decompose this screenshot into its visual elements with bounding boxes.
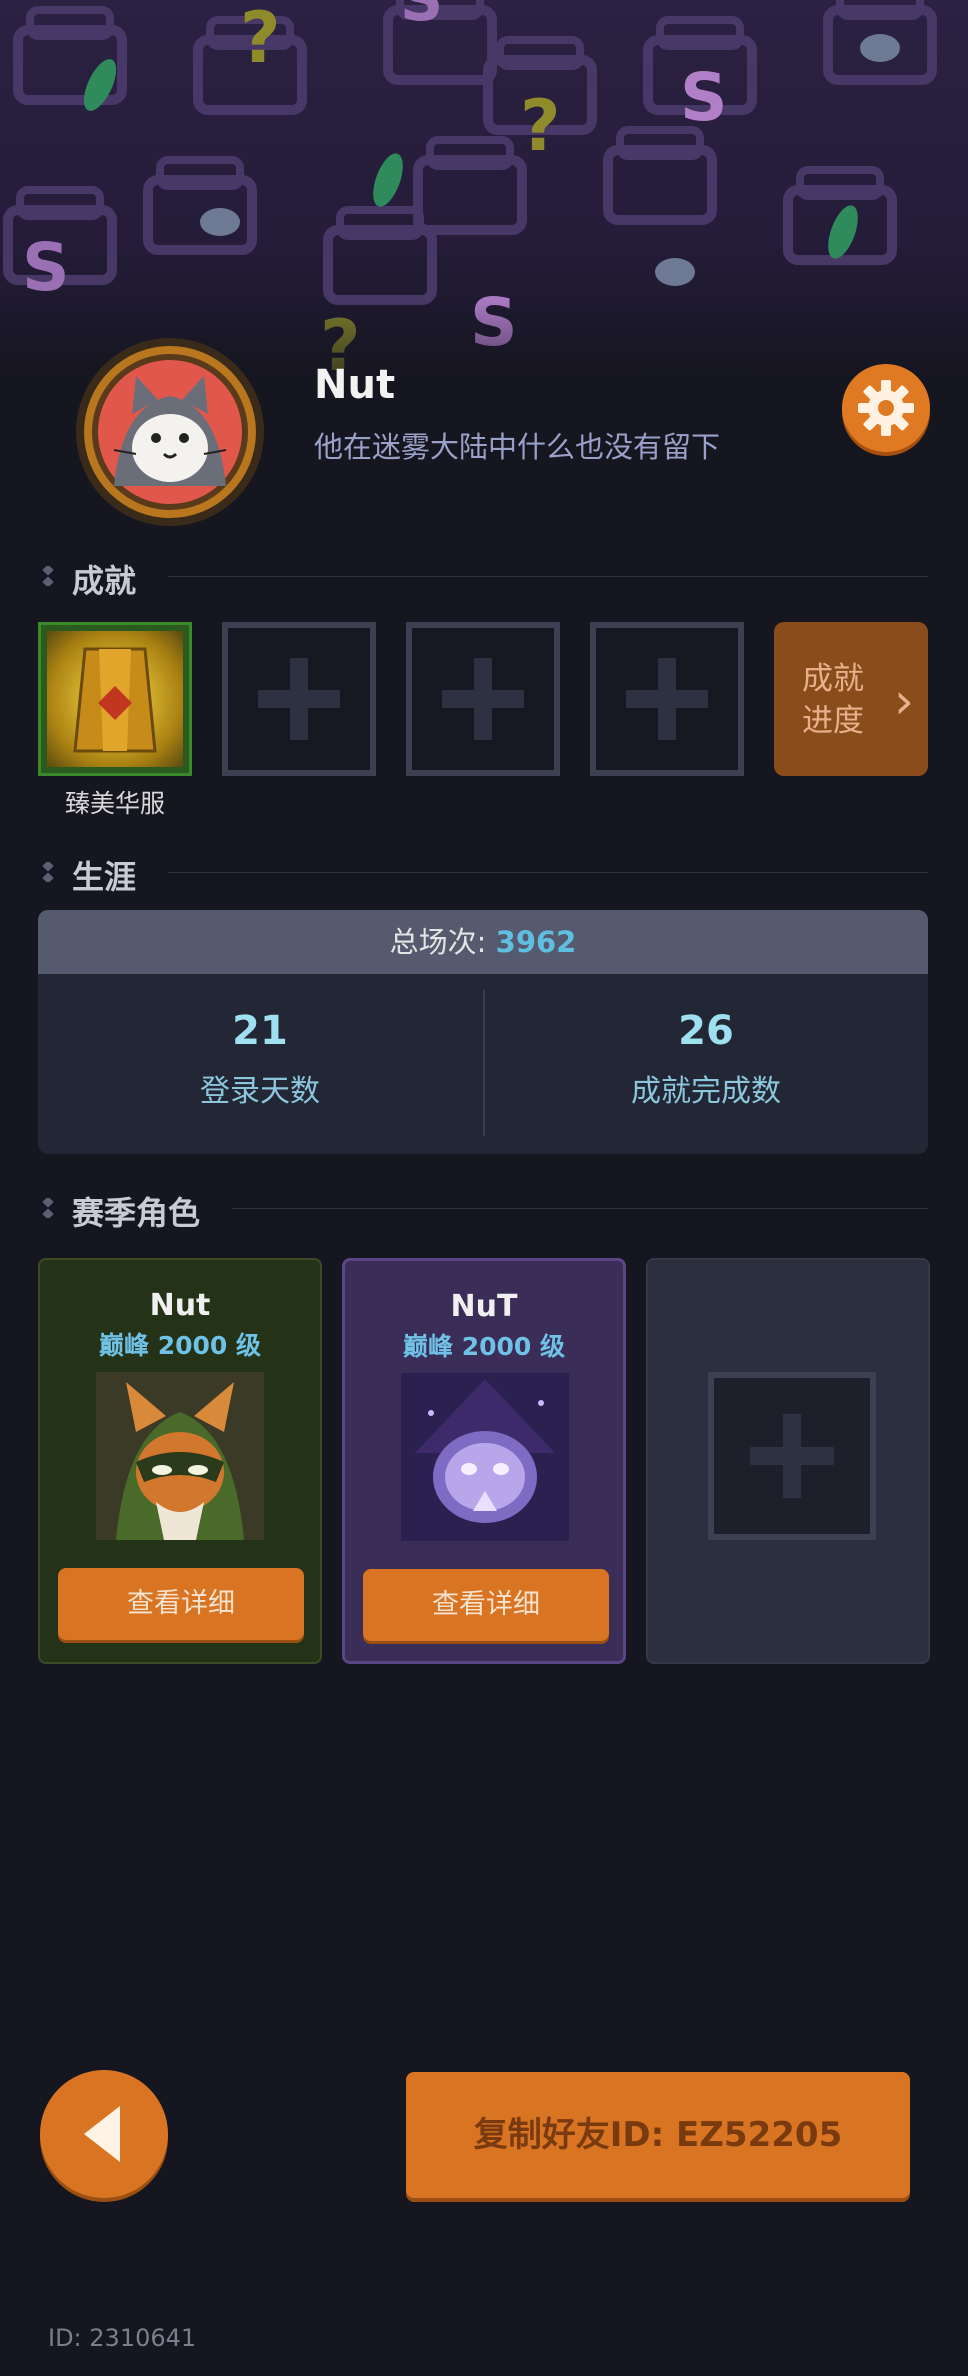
back-arrow-icon [84, 2106, 120, 2162]
svg-text:S: S [400, 0, 443, 35]
achievement-slot-filled[interactable] [38, 622, 192, 776]
view-details-button[interactable]: 查看详细 [363, 1569, 609, 1641]
stat-value: 21 [232, 1008, 288, 1054]
player-motto: 他在迷雾大陆中什么也没有留下 [314, 430, 721, 464]
stat-label: 成就完成数 [631, 1074, 781, 1109]
svg-text:S: S [680, 59, 728, 136]
divider [168, 872, 928, 873]
character-level: 巅峰 2000 级 [99, 1331, 261, 1360]
achievement-label: 臻美华服 [64, 789, 165, 818]
add-character-slot[interactable] [708, 1372, 876, 1540]
svg-text:?: ? [240, 0, 281, 79]
section-title: 赛季角色 [72, 1194, 201, 1232]
settings-button[interactable] [842, 364, 930, 452]
divider [168, 576, 928, 577]
character-slot-empty[interactable] [646, 1258, 930, 1664]
character-name: Nut [149, 1288, 211, 1323]
achievement-slot-empty[interactable] [406, 622, 560, 776]
gear-icon [858, 380, 914, 436]
divider [232, 1208, 928, 1209]
robe-icon [73, 647, 157, 753]
avatar[interactable] [74, 336, 266, 528]
back-button[interactable] [40, 2070, 168, 2198]
stat-value: 26 [678, 1008, 734, 1054]
character-card: NuT 巅峰 2000 级 查看详细 [342, 1258, 626, 1664]
achievements-section-header: 成就 [38, 556, 928, 600]
season-section-header: 赛季角色 [38, 1188, 928, 1232]
achievement-badge [47, 631, 183, 767]
diamond-icon [42, 566, 54, 586]
character-name: NuT [450, 1289, 518, 1324]
total-matches: 总场次: 3962 [38, 910, 928, 974]
career-section-header: 生涯 [38, 852, 928, 896]
diamond-icon [42, 862, 54, 882]
user-id: ID: 2310641 [48, 2324, 197, 2352]
achievement-slot-empty[interactable] [590, 622, 744, 776]
svg-text:S: S [22, 229, 70, 306]
copy-friend-id-button[interactable]: 复制好友ID: EZ52205 [406, 2072, 910, 2198]
achievement-slot-empty[interactable] [222, 622, 376, 776]
player-name: Nut [314, 362, 396, 408]
character-level: 巅峰 2000 级 [403, 1332, 565, 1361]
achievement-progress-label: 成就 进度 [802, 661, 864, 739]
chevron-right-icon: › [894, 672, 914, 730]
achievement-progress-button[interactable]: 成就 进度 › [774, 622, 928, 776]
career-panel: 总场次: 3962 21 登录天数 26 成就完成数 [38, 910, 928, 1154]
section-title: 生涯 [72, 858, 137, 896]
character-portrait [96, 1372, 264, 1540]
view-details-button[interactable]: 查看详细 [58, 1568, 304, 1640]
total-matches-value: 3962 [495, 925, 577, 959]
stat-achievements-completed: 26 成就完成数 [484, 974, 928, 1154]
diamond-icon [42, 1198, 54, 1218]
stat-login-days: 21 登录天数 [38, 974, 482, 1154]
section-title: 成就 [72, 562, 137, 600]
stat-label: 登录天数 [200, 1074, 320, 1109]
character-card: Nut 巅峰 2000 级 查看详细 [38, 1258, 322, 1664]
character-portrait [401, 1373, 569, 1541]
svg-text:?: ? [520, 85, 561, 167]
